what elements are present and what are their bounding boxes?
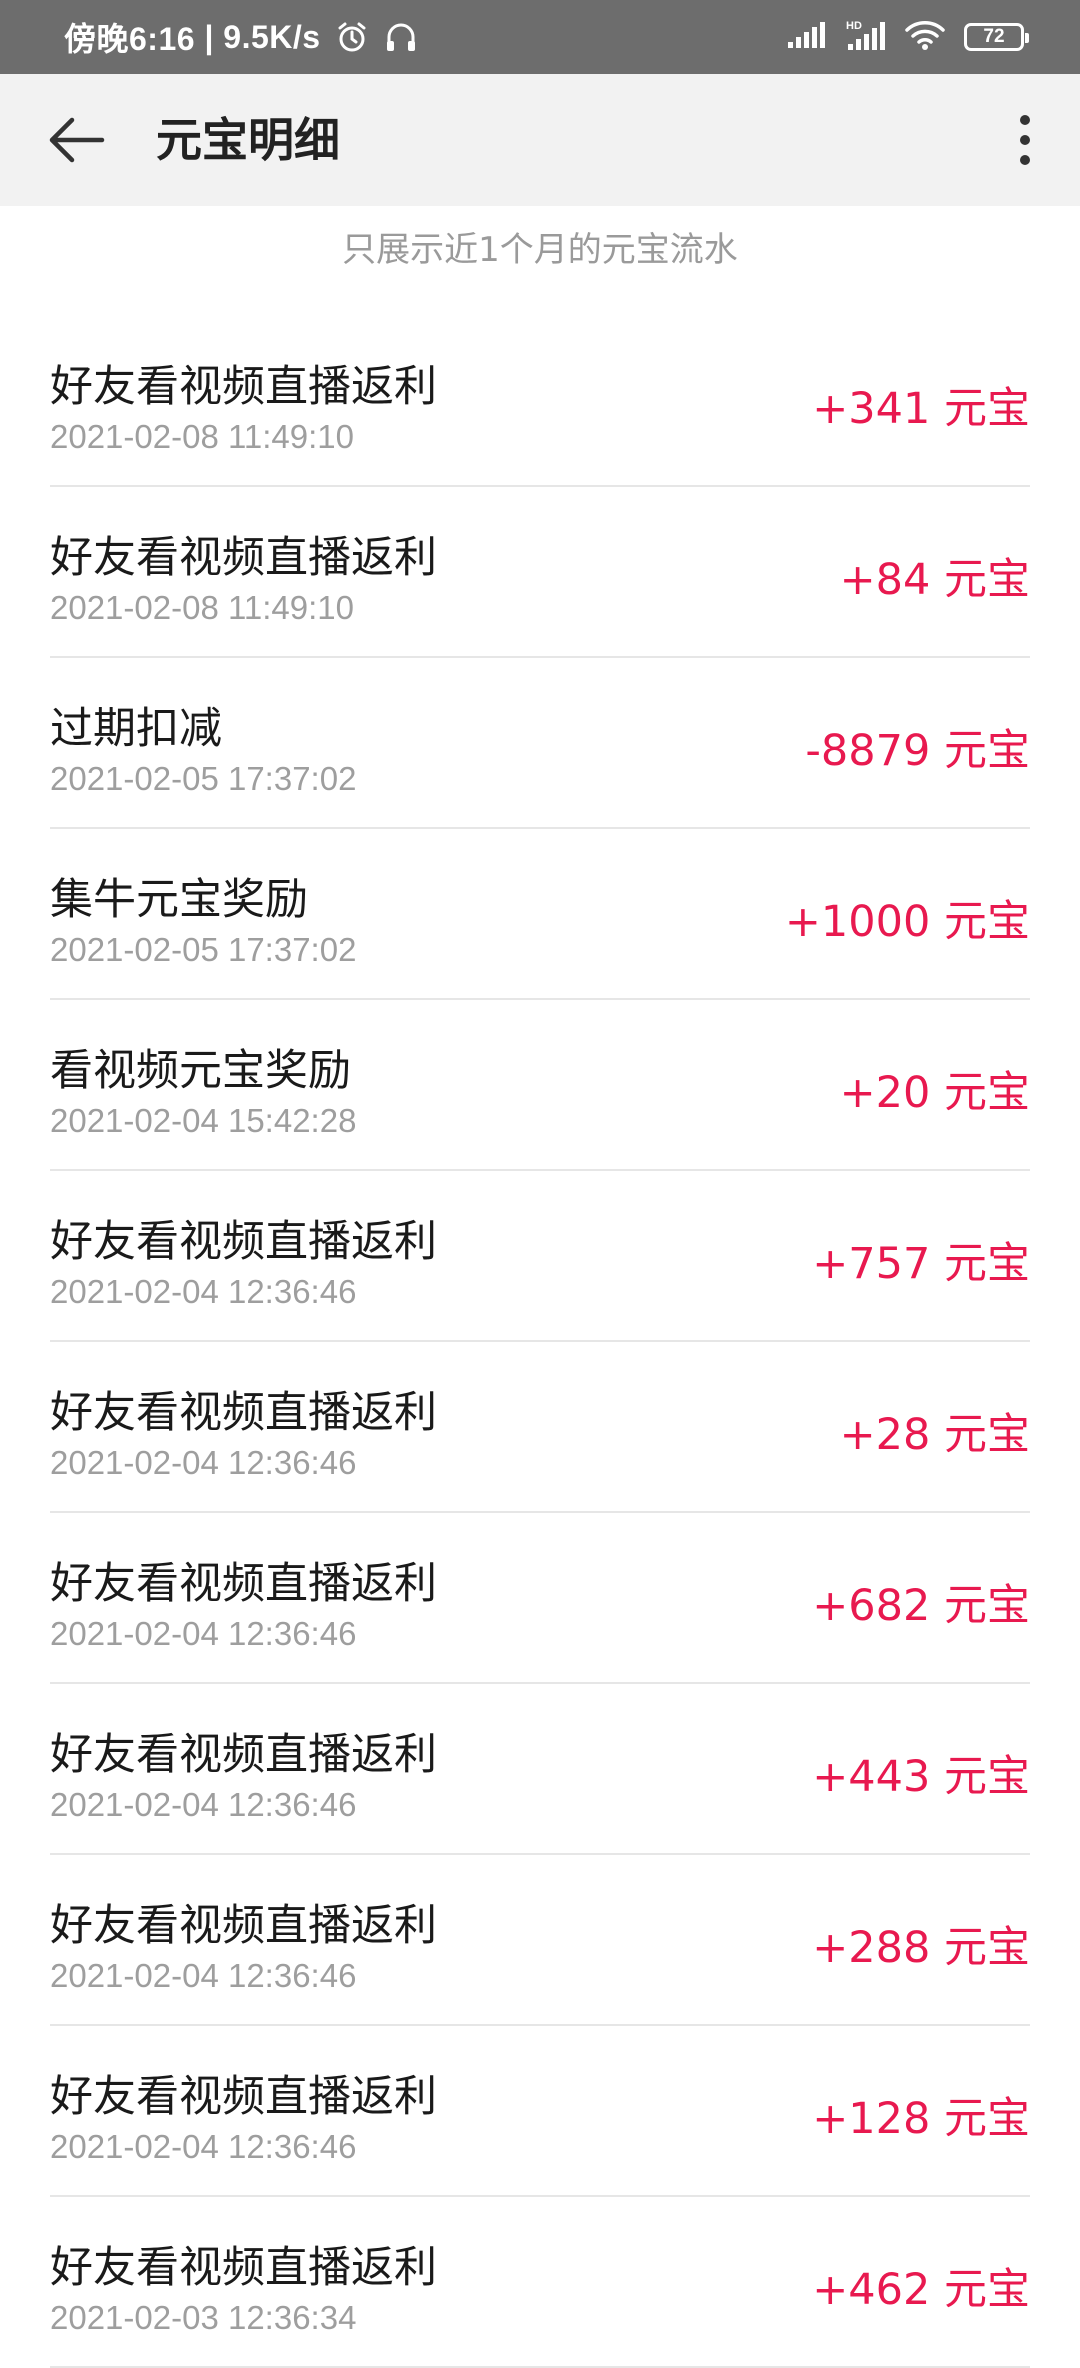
record-amount: +682 元宝 <box>812 1581 1030 1631</box>
history-notice: 只展示近1个月的元宝流水 <box>342 230 738 270</box>
wifi-icon <box>904 19 946 56</box>
record-time: 2021-02-04 12:36:46 <box>50 1615 357 1652</box>
list-item: 集牛元宝奖励 2021-02-05 17:37:02 +1000 元宝 <box>50 829 1030 1000</box>
record-title: 好友看视频直播返利 <box>50 1559 437 1609</box>
record-time: 2021-02-04 12:36:46 <box>50 1786 357 1823</box>
list-item: 过期扣减 2021-02-05 17:37:02 -8879 元宝 <box>50 658 1030 829</box>
record-amount: +28 元宝 <box>839 1410 1030 1460</box>
record-amount: +1000 元宝 <box>784 897 1030 947</box>
list-item: 好友看视频直播返利 2021-02-04 12:36:46 +28 元宝 <box>50 1342 1030 1513</box>
more-vertical-icon <box>1020 115 1030 165</box>
status-right: HD 72 <box>786 0 1029 74</box>
list-item: 好友看视频直播返利 2021-02-04 12:36:46 +443 元宝 <box>50 1684 1030 1855</box>
record-time: 2021-02-05 17:37:02 <box>50 931 357 968</box>
list-item: 好友看视频直播返利 2021-02-04 12:36:46 +288 元宝 <box>50 1855 1030 2026</box>
record-list: 好友看视频直播返利 2021-02-08 11:49:10 +341 元宝 好友看视频… <box>0 316 1080 2368</box>
record-title: 集牛元宝奖励 <box>50 875 308 925</box>
signal-icon <box>786 20 826 55</box>
hd-signal-icon: HD <box>844 18 886 57</box>
record-title: 好友看视频直播返利 <box>50 533 437 583</box>
record-title: 好友看视频直播返利 <box>50 2072 437 2122</box>
record-time: 2021-02-03 12:36:34 <box>50 2299 357 2336</box>
network-speed: 9.5K/s <box>223 18 321 55</box>
headset-icon <box>383 20 419 54</box>
page-title: 元宝明细 <box>156 113 340 167</box>
more-options-button[interactable] <box>992 107 1058 173</box>
svg-text:HD: HD <box>846 20 862 32</box>
record-amount: +84 元宝 <box>839 555 1030 605</box>
list-item: 好友看视频直播返利 2021-02-08 11:49:10 +341 元宝 <box>50 316 1030 487</box>
back-button[interactable] <box>36 107 116 173</box>
app-bar: 元宝明细 <box>0 74 1080 206</box>
record-amount: -8879 元宝 <box>805 726 1030 776</box>
record-title: 好友看视频直播返利 <box>50 1901 437 1951</box>
back-arrow-icon <box>49 117 105 163</box>
list-item: 看视频元宝奖励 2021-02-04 15:42:28 +20 元宝 <box>50 1000 1030 1171</box>
record-title: 好友看视频直播返利 <box>50 1217 437 1267</box>
record-time: 2021-02-04 12:36:46 <box>50 2128 357 2165</box>
record-title: 好友看视频直播返利 <box>50 1388 437 1438</box>
record-title: 好友看视频直播返利 <box>50 1730 437 1780</box>
record-time: 2021-02-04 12:36:46 <box>50 1444 357 1481</box>
battery-icon: 72 <box>964 23 1029 51</box>
record-amount: +341 元宝 <box>812 384 1030 434</box>
record-title: 好友看视频直播返利 <box>50 2243 437 2293</box>
record-title: 好友看视频直播返利 <box>50 362 437 412</box>
alarm-icon <box>335 20 369 54</box>
record-time: 2021-02-04 12:36:46 <box>50 1273 357 1310</box>
record-amount: +757 元宝 <box>812 1239 1030 1289</box>
status-bar: 傍晚6:16 | 9.5K/s HD 72 <box>0 0 1080 74</box>
status-time: 傍晚6:16 <box>64 21 196 57</box>
list-item: 好友看视频直播返利 2021-02-04 12:36:46 +757 元宝 <box>50 1171 1030 1342</box>
list-item: 好友看视频直播返利 2021-02-04 12:36:46 +682 元宝 <box>50 1513 1030 1684</box>
status-left: 傍晚6:16 | 9.5K/s <box>64 0 419 74</box>
record-time: 2021-02-04 15:42:28 <box>50 1102 357 1139</box>
list-item: 好友看视频直播返利 2021-02-04 12:36:46 +128 元宝 <box>50 2026 1030 2197</box>
record-amount: +462 元宝 <box>812 2265 1030 2315</box>
list-item: 好友看视频直播返利 2021-02-08 11:49:10 +84 元宝 <box>50 487 1030 658</box>
list-item: 好友看视频直播返利 2021-02-03 12:36:34 +462 元宝 <box>50 2197 1030 2368</box>
status-separator: | <box>195 18 224 55</box>
record-time: 2021-02-05 17:37:02 <box>50 760 357 797</box>
record-title: 过期扣减 <box>50 704 222 754</box>
record-time: 2021-02-08 11:49:10 <box>50 418 354 455</box>
record-title: 看视频元宝奖励 <box>50 1046 351 1096</box>
record-amount: +443 元宝 <box>812 1752 1030 1802</box>
record-time: 2021-02-08 11:49:10 <box>50 589 354 626</box>
record-amount: +128 元宝 <box>812 2094 1030 2144</box>
record-amount: +288 元宝 <box>812 1923 1030 1973</box>
record-time: 2021-02-04 12:36:46 <box>50 1957 357 1994</box>
record-amount: +20 元宝 <box>839 1068 1030 1118</box>
battery-level: 72 <box>983 26 1005 47</box>
